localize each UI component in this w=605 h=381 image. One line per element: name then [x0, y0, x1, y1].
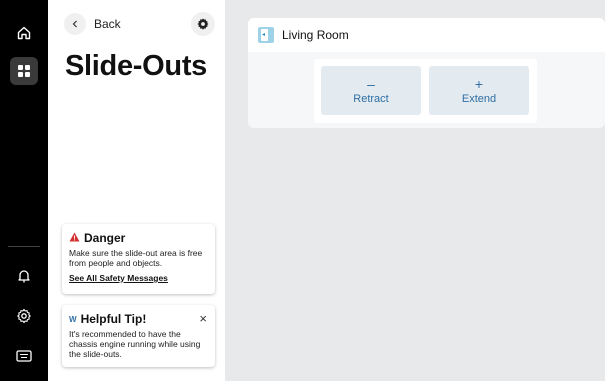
close-icon[interactable]: ×	[199, 311, 207, 326]
rail-divider	[8, 246, 40, 247]
room-card: ◂ Living Room – Retract + Extend	[248, 18, 605, 128]
extend-button[interactable]: + Extend	[429, 66, 529, 115]
tip-message: It's recommended to have the chassis eng…	[69, 329, 201, 359]
minus-icon: –	[367, 75, 375, 92]
settings-gear-icon[interactable]	[10, 302, 38, 330]
safety-messages-link[interactable]: See All Safety Messages	[69, 273, 208, 283]
page-title: Slide-Outs	[65, 50, 208, 82]
chevron-left-icon	[64, 13, 86, 35]
plus-icon: +	[474, 75, 484, 92]
back-label: Back	[94, 17, 121, 31]
retract-label: Retract	[353, 92, 389, 105]
tip-card: W Helpful Tip! × It's recommended to hav…	[62, 305, 215, 367]
bell-icon[interactable]	[10, 262, 38, 290]
danger-title: Danger	[84, 231, 126, 245]
slide-controls: – Retract + Extend	[314, 59, 537, 123]
back-button[interactable]: Back	[64, 13, 121, 35]
gear-icon[interactable]	[191, 12, 215, 36]
warning-triangle-icon	[69, 231, 80, 245]
room-name: Living Room	[282, 28, 349, 42]
side-panel: Back Slide-Outs Danger Make sure the sli…	[48, 0, 225, 381]
dashboard-grid-icon[interactable]	[10, 57, 38, 85]
slide-out-icon: ◂	[258, 27, 274, 43]
retract-button[interactable]: – Retract	[321, 66, 421, 115]
tip-title: Helpful Tip!	[80, 312, 147, 326]
nav-rail	[0, 0, 48, 381]
brand-logo-icon: W	[69, 314, 77, 324]
home-icon[interactable]	[10, 19, 38, 47]
danger-card: Danger Make sure the slide-out area is f…	[62, 224, 215, 294]
room-header: ◂ Living Room	[248, 18, 605, 52]
main-content: ◂ Living Room – Retract + Extend	[225, 0, 605, 381]
keyboard-icon[interactable]	[10, 342, 38, 370]
extend-label: Extend	[461, 92, 497, 105]
danger-message: Make sure the slide-out area is free fro…	[69, 248, 203, 268]
